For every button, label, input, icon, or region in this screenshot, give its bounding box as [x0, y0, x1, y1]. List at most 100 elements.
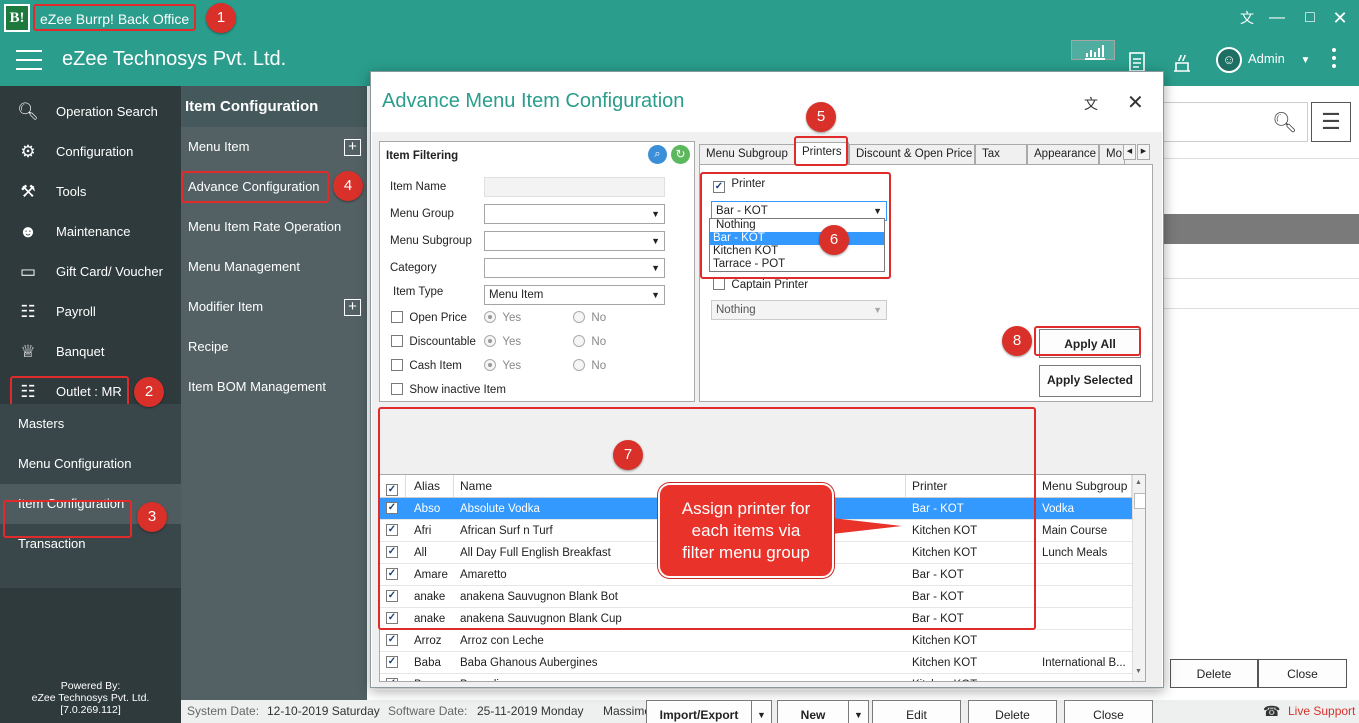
- new-button[interactable]: New: [777, 700, 849, 723]
- user-menu[interactable]: ☺ Admin ▼: [1216, 44, 1310, 78]
- item-name-label: Item Name: [390, 181, 447, 193]
- dialog-close-icon[interactable]: ✕: [1127, 90, 1144, 115]
- callout-line: filter menu group: [682, 543, 810, 562]
- scroll-up-icon[interactable]: ▲: [1135, 479, 1142, 486]
- more-options-icon[interactable]: [1332, 48, 1338, 72]
- background-delete-button[interactable]: Delete: [1170, 659, 1258, 688]
- sidebar-sub-menu-configuration[interactable]: Menu Configuration: [0, 444, 181, 484]
- radio-no[interactable]: [573, 311, 585, 323]
- submenu-menu-management[interactable]: Menu Management: [188, 247, 363, 287]
- submenu-rate-operation[interactable]: Menu Item Rate Operation: [188, 207, 363, 247]
- search-icon[interactable]: 🔍︎: [1272, 110, 1297, 135]
- category-select[interactable]: ▼: [484, 258, 665, 278]
- show-inactive-checkbox[interactable]: [391, 383, 403, 395]
- import-export-button[interactable]: Import/Export: [646, 700, 752, 723]
- submenu-label: Menu Item Rate Operation: [188, 219, 342, 234]
- translate-icon[interactable]: 文: [1234, 6, 1260, 30]
- radio-yes[interactable]: [484, 359, 496, 371]
- radio-no[interactable]: [573, 335, 585, 347]
- item-type-select[interactable]: Menu Item ▼: [484, 285, 665, 305]
- close-window-button[interactable]: ✕: [1327, 6, 1353, 30]
- open-price-no[interactable]: No: [573, 311, 606, 324]
- discountable-no[interactable]: No: [573, 335, 606, 348]
- sidebar-item-operation-search[interactable]: 🔍︎ Operation Search: [0, 92, 181, 132]
- divider: [1162, 278, 1359, 279]
- table-row[interactable]: ✓ Bacar Bacardi Kitchen KOT: [380, 674, 1132, 681]
- delete-button[interactable]: Delete: [968, 700, 1057, 723]
- submenu-menu-item[interactable]: Menu Item +: [188, 127, 363, 167]
- edit-button[interactable]: Edit: [872, 700, 961, 723]
- row-checkbox[interactable]: ✓: [386, 652, 402, 674]
- scroll-thumb[interactable]: [1134, 493, 1145, 509]
- scroll-down-icon[interactable]: ▼: [1135, 668, 1142, 675]
- background-close-button[interactable]: Close: [1258, 659, 1347, 688]
- open-price-yes[interactable]: Yes: [484, 311, 521, 324]
- tab-tax[interactable]: Tax: [975, 144, 1027, 164]
- close-button[interactable]: Close: [1064, 700, 1153, 723]
- translate-icon[interactable]: 文: [1084, 94, 1098, 114]
- submenu-modifier-item[interactable]: Modifier Item +: [188, 287, 363, 327]
- submenu-recipe[interactable]: Recipe: [188, 327, 363, 367]
- tab-discount-open-price[interactable]: Discount & Open Price: [849, 144, 975, 164]
- column-header-menu-subgroup[interactable]: Menu Subgroup: [1036, 475, 1132, 497]
- sidebar-item-banquet[interactable]: ♕ Banquet: [0, 332, 181, 372]
- row-checkbox[interactable]: ✓: [386, 630, 402, 652]
- tab-menu-subgroup[interactable]: Menu Subgroup: [699, 144, 795, 164]
- open-price-label: Open Price: [409, 312, 467, 324]
- captain-printer-checkbox[interactable]: [713, 278, 725, 290]
- new-dropdown-icon[interactable]: ▼: [848, 700, 869, 723]
- discountable-yes[interactable]: Yes: [484, 335, 521, 348]
- sidebar-item-tools[interactable]: ⚒ Tools: [0, 172, 181, 212]
- expand-plus-icon[interactable]: +: [344, 299, 361, 316]
- powered-line: eZee Technosys Pvt. Ltd.: [31, 692, 150, 704]
- table-row[interactable]: ✓ Baba Baba Ghanous Aubergines Kitchen KOT I…: [380, 652, 1132, 674]
- submenu-bom-management[interactable]: Item BOM Management: [188, 367, 363, 407]
- sidebar-item-configuration[interactable]: ⚙ Configuration: [0, 132, 181, 172]
- radio-yes[interactable]: [484, 311, 496, 323]
- tab-more[interactable]: Mo: [1099, 144, 1125, 164]
- import-export-dropdown-icon[interactable]: ▼: [751, 700, 772, 723]
- tab-appearance[interactable]: Appearance: [1027, 144, 1099, 164]
- menu-subgroup-select[interactable]: ▼: [484, 231, 665, 251]
- app-title: eZee Burrp! Back Office: [33, 4, 197, 31]
- banquet-icon: ♕: [20, 342, 36, 361]
- filter-heading: Item Filtering: [386, 150, 459, 162]
- sidebar-sub-masters[interactable]: Masters: [0, 404, 181, 444]
- tab-scroll-right-icon[interactable]: ▶: [1137, 144, 1150, 160]
- sidebar-item-label: Operation Search: [56, 104, 158, 119]
- discountable-checkbox[interactable]: [391, 335, 403, 347]
- printer-cell: Kitchen KOT: [912, 635, 978, 647]
- annotation-badge-4: 4: [333, 171, 363, 201]
- captain-printer-select[interactable]: Nothing ▼: [711, 300, 887, 320]
- grid-scrollbar[interactable]: ▲ ▼: [1132, 475, 1145, 681]
- dropdown-arrow-icon: ▼: [651, 263, 660, 273]
- table-row[interactable]: ✓ Arroz Arroz con Leche Kitchen KOT: [380, 630, 1132, 652]
- tab-scroll-left-icon[interactable]: ◀: [1123, 144, 1136, 160]
- chart-icon[interactable]: [1071, 40, 1115, 60]
- live-support-link[interactable]: Live Support: [1288, 700, 1355, 723]
- radio-yes[interactable]: [484, 335, 496, 347]
- sidebar-item-payroll[interactable]: ☷ Payroll: [0, 292, 181, 332]
- maximize-button[interactable]: □: [1297, 6, 1323, 30]
- list-view-icon[interactable]: ☰: [1311, 102, 1351, 142]
- annotation-highlight-apply-all: [1034, 326, 1141, 356]
- sidebar-item-gift-card[interactable]: ▭ Gift Card/ Voucher: [0, 252, 181, 292]
- sidebar-item-maintenance[interactable]: ☻ Maintenance: [0, 212, 181, 252]
- hamburger-menu-icon[interactable]: [16, 50, 42, 70]
- cash-item-no[interactable]: No: [573, 359, 606, 372]
- background-grid-header: [1162, 214, 1359, 244]
- radio-no[interactable]: [573, 359, 585, 371]
- open-price-checkbox[interactable]: [391, 311, 403, 323]
- expand-plus-icon[interactable]: +: [344, 139, 361, 156]
- row-checkbox[interactable]: ✓: [386, 674, 402, 681]
- item-name-input[interactable]: [484, 177, 665, 197]
- menu-group-select[interactable]: ▼: [484, 204, 665, 224]
- minimize-button[interactable]: —: [1264, 6, 1290, 30]
- title-bar: B! eZee Burrp! Back Office 文 — □ ✕: [0, 0, 1359, 36]
- cash-item-checkbox[interactable]: [391, 359, 403, 371]
- search-icon[interactable]: ⌕: [648, 145, 667, 164]
- refresh-icon[interactable]: ↻: [671, 145, 690, 164]
- apply-selected-button[interactable]: Apply Selected: [1039, 365, 1141, 397]
- cash-item-yes[interactable]: Yes: [484, 359, 521, 372]
- kitchen-icon[interactable]: [1160, 40, 1204, 82]
